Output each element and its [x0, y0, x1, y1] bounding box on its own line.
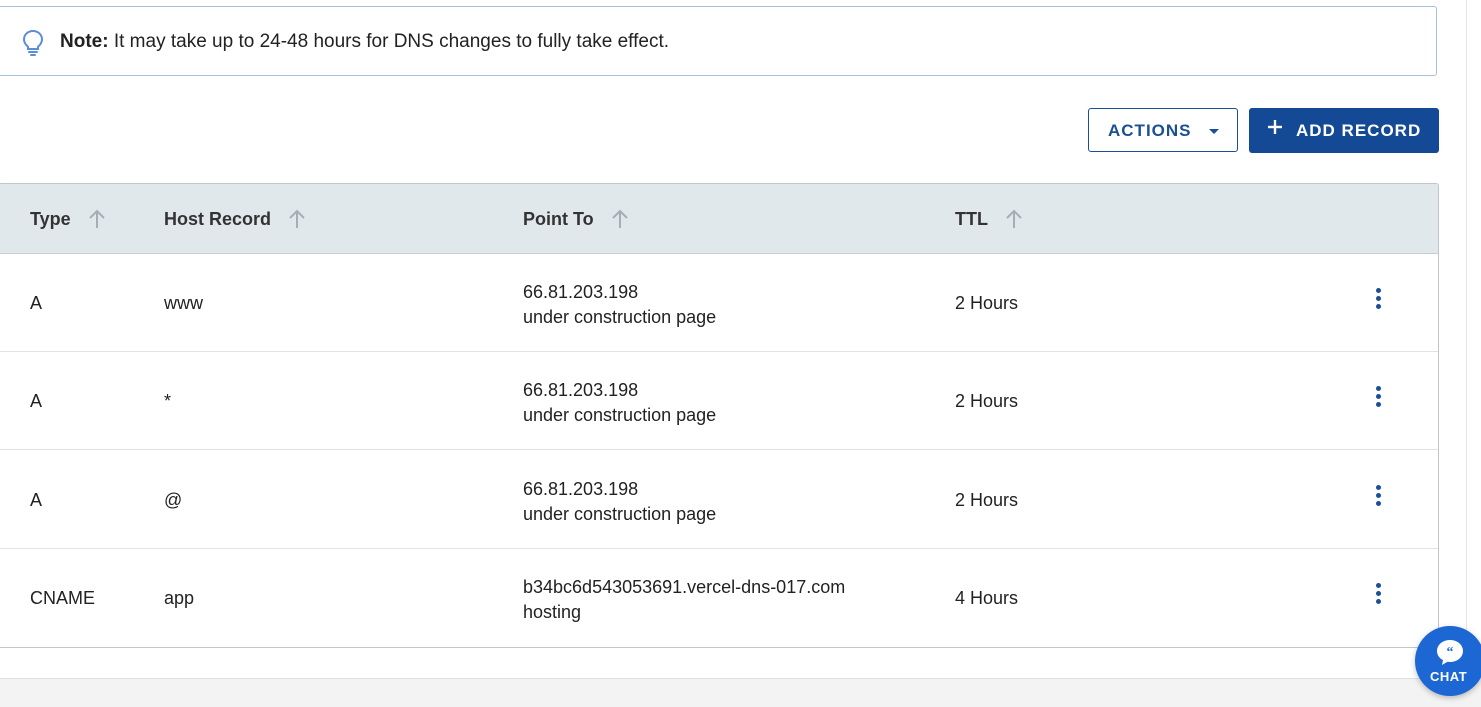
record-point-to: 66.81.203.198 under construction page — [523, 378, 716, 428]
lightbulb-icon — [22, 29, 44, 56]
column-header-point-to[interactable]: Point To — [523, 208, 630, 230]
chat-button[interactable]: “ CHAT — [1415, 626, 1481, 696]
dns-records-table: Type Host Record Point To TTL A www 66.8… — [0, 183, 1439, 648]
record-point-to: b34bc6d543053691.vercel-dns-017.com host… — [523, 575, 845, 625]
record-point-to: 66.81.203.198 under construction page — [523, 477, 716, 527]
note-label: Note: — [60, 31, 109, 52]
record-ttl: 2 Hours — [955, 293, 1019, 313]
page-footer-bar — [0, 678, 1481, 707]
actions-dropdown-button[interactable]: ACTIONS — [1088, 108, 1238, 152]
record-type: A — [30, 293, 43, 313]
record-type: CNAME — [30, 588, 96, 608]
record-host: www — [164, 293, 203, 313]
sort-arrow-up-icon[interactable] — [1004, 208, 1024, 230]
note-message: It may take up to 24-48 hours for DNS ch… — [108, 31, 670, 52]
record-point-to-value: b34bc6d543053691.vercel-dns-017.com — [523, 577, 846, 597]
dns-note-banner: Note: It may take up to 24-48 hours for … — [0, 6, 1437, 76]
row-more-options-icon[interactable] — [1371, 583, 1385, 607]
dns-records-page: Note: It may take up to 24-48 hours for … — [0, 0, 1481, 707]
plus-icon — [1268, 120, 1282, 134]
record-type: A — [30, 490, 43, 510]
row-more-options-icon[interactable] — [1371, 386, 1385, 410]
svg-text:“: “ — [1447, 645, 1454, 660]
row-more-options-icon[interactable] — [1371, 288, 1385, 312]
column-header-type[interactable]: Type — [30, 208, 107, 230]
record-host: app — [164, 588, 195, 608]
sort-arrow-up-icon[interactable] — [87, 208, 107, 230]
record-ttl: 2 Hours — [955, 490, 1019, 510]
record-point-to-note: under construction page — [523, 504, 717, 524]
table-row: A www 66.81.203.198 under construction p… — [0, 254, 1438, 352]
record-point-to-note: hosting — [523, 602, 582, 622]
sort-arrow-up-icon[interactable] — [610, 208, 630, 230]
column-header-label: Point To — [523, 208, 594, 229]
record-point-to-value: 66.81.203.198 — [523, 380, 639, 400]
record-type: A — [30, 391, 43, 411]
record-host: @ — [164, 490, 183, 510]
record-host: * — [164, 391, 172, 411]
add-record-button[interactable]: ADD RECORD — [1249, 108, 1439, 153]
caret-down-icon — [1209, 129, 1219, 134]
record-ttl: 2 Hours — [955, 391, 1019, 411]
sort-arrow-up-icon[interactable] — [287, 208, 307, 230]
column-header-label: Type — [30, 208, 71, 229]
column-header-ttl[interactable]: TTL — [955, 208, 1024, 230]
actions-label: ACTIONS — [1108, 121, 1192, 140]
chat-label: CHAT — [1430, 669, 1468, 684]
record-ttl: 4 Hours — [955, 588, 1019, 608]
table-row: A @ 66.81.203.198 under construction pag… — [0, 451, 1438, 549]
scroll-edge-divider — [1466, 0, 1467, 678]
add-record-label: ADD RECORD — [1296, 121, 1422, 140]
column-header-host-record[interactable]: Host Record — [164, 208, 307, 230]
record-point-to-note: under construction page — [523, 307, 717, 327]
note-text: Note: It may take up to 24-48 hours for … — [60, 31, 669, 53]
table-header: Type Host Record Point To TTL — [0, 184, 1438, 254]
table-row: A * 66.81.203.198 under construction pag… — [0, 352, 1438, 450]
column-header-label: TTL — [955, 208, 988, 229]
column-header-label: Host Record — [164, 208, 272, 229]
row-more-options-icon[interactable] — [1371, 485, 1385, 509]
record-point-to-value: 66.81.203.198 — [523, 479, 639, 499]
record-point-to-value: 66.81.203.198 — [523, 282, 639, 302]
table-row: CNAME app b34bc6d543053691.vercel-dns-01… — [0, 549, 1438, 647]
chat-bubble-icon: “ — [1437, 640, 1463, 665]
record-point-to-note: under construction page — [523, 405, 717, 425]
record-point-to: 66.81.203.198 under construction page — [523, 280, 716, 330]
